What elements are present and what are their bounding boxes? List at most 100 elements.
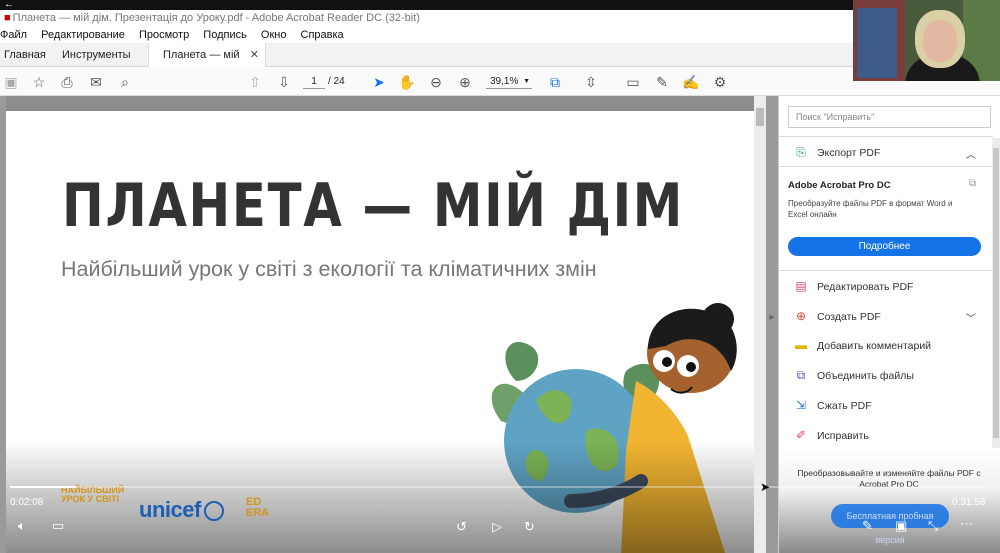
window-title: Планета — мій дім. Презентація до Уроку.…	[12, 12, 420, 24]
chevron-up-icon[interactable]: ︿	[966, 146, 976, 161]
slide-title: ПЛАНЕТА — МІЙ ДІМ	[62, 171, 685, 241]
exit-fullscreen-icon[interactable]: ⤡	[928, 518, 938, 534]
panel-scrollbar[interactable]	[992, 138, 1000, 448]
lesson-logo: НАЙБІЛЬШИЙ УРОК У СВІТІ	[61, 485, 125, 504]
chevron-down-icon: ▼	[523, 78, 530, 85]
menu-view[interactable]: Просмотр	[139, 29, 189, 41]
zoom-select[interactable]: 39,1% ▼	[486, 74, 532, 89]
share-icon[interactable]: ⚙	[711, 73, 729, 91]
unicef-emblem-icon	[204, 501, 224, 521]
divider	[779, 166, 993, 167]
toolbar: ▣ ☆ ⎙ ✉ ⌕ ⇧ ⇩ 1 / 24 ➤ ✋ ⊖ ⊕ 39,1% ▼ ⧉ ⇳…	[0, 67, 1000, 96]
sign-icon[interactable]: ✍	[682, 73, 700, 91]
promo-description: Преобразуйте файлы PDF в формат Word и E…	[788, 199, 953, 219]
edit-pdf-icon: ▤	[795, 279, 807, 293]
zoom-in-icon[interactable]: ⊕	[456, 73, 474, 91]
mouse-cursor-icon: ➤	[760, 480, 771, 494]
more-options-icon[interactable]: ⋯	[960, 516, 973, 532]
window-titlebar: ■ Планета — мій дім. Презентація до Уроку…	[0, 10, 1000, 27]
tool-label: Исправить	[817, 430, 869, 442]
menu-sign[interactable]: Подпись	[203, 29, 247, 41]
combine-icon: ⧉	[796, 368, 806, 382]
close-icon[interactable]: ✕	[250, 43, 259, 67]
screen: ← ■ Планета — мій дім. Презентація до Уро…	[0, 0, 1000, 553]
menu-window[interactable]: Окно	[261, 29, 287, 41]
document-area: ПЛАНЕТА — МІЙ ДІМ Найбільший урок у світ…	[0, 96, 778, 553]
forward-30-icon[interactable]: ↻	[524, 519, 535, 535]
menu-edit[interactable]: Редактирование	[41, 29, 125, 41]
unicef-logo: unicef	[139, 497, 201, 522]
tab-document[interactable]: Планета — мій дім... ✕	[148, 43, 266, 85]
tool-combine-files[interactable]: ⧉ Объединить файлы	[793, 365, 914, 385]
tool-label: Добавить комментарий	[817, 340, 932, 352]
comment-icon[interactable]: ▭	[624, 73, 642, 91]
scroll-mode-icon[interactable]: ⇳	[582, 73, 600, 91]
export-pdf-icon: ⎘	[796, 145, 806, 159]
panel-toggle-icon[interactable]: ▸	[766, 312, 778, 323]
compress-icon: ⇲	[795, 398, 807, 412]
hand-icon[interactable]: ✋	[398, 73, 416, 91]
page-number-input[interactable]: 1	[303, 74, 325, 89]
divider	[779, 270, 993, 271]
tool-label: Сжать PDF	[817, 400, 872, 412]
play-icon[interactable]: ▷	[492, 519, 502, 535]
export-pdf-label: Экспорт PDF	[817, 147, 881, 159]
scrollbar-thumb[interactable]	[756, 108, 764, 126]
back-arrow-icon[interactable]: ←	[4, 0, 14, 10]
fit-page-icon[interactable]: ⧉	[546, 73, 564, 91]
highlight-icon[interactable]: ✎	[653, 73, 671, 91]
save-icon[interactable]: ▣	[2, 73, 20, 91]
zoom-value: 39,1%	[490, 76, 519, 87]
tool-label: Создать PDF	[817, 311, 881, 323]
slide-subtitle: Найбільший урок у світі з екології та кл…	[61, 257, 597, 281]
miniplayer-icon[interactable]: ▣	[895, 518, 907, 534]
captions-icon[interactable]: ▭	[52, 518, 64, 534]
export-pdf-item[interactable]: ⎘ Экспорт PDF	[793, 142, 880, 162]
acrobat-icon: ■	[4, 12, 11, 24]
tool-add-comment[interactable]: ▬ Добавить комментарий	[793, 335, 931, 355]
learn-more-button[interactable]: Подробнее	[788, 237, 981, 256]
tab-bar: Главная Инструменты Планета — мій дім...…	[0, 43, 1000, 85]
tab-tools[interactable]: Инструменты	[62, 43, 131, 67]
tool-label: Редактировать PDF	[817, 281, 914, 293]
menu-bar: Файл Редактирование Просмотр Подпись Окн…	[0, 27, 1000, 43]
page-up-icon[interactable]: ⇧	[246, 73, 264, 91]
video-elapsed: 0:02:08	[10, 497, 44, 508]
menu-help[interactable]: Справка	[301, 29, 344, 41]
promo-title: Adobe Acrobat Pro DC	[788, 180, 891, 191]
page-down-icon[interactable]: ⇩	[275, 73, 293, 91]
page-total: / 24	[328, 76, 345, 87]
video-top-bar: ←	[0, 0, 1000, 10]
tools-panel: Поиск "Исправить" ⎘ Экспорт PDF ︿ Adobe A…	[778, 96, 1000, 553]
tool-create-pdf[interactable]: ⊕ Создать PDF	[793, 306, 881, 326]
select-cursor-icon[interactable]: ➤	[370, 73, 388, 91]
chevron-down-icon[interactable]: ﹀	[966, 310, 976, 325]
create-pdf-icon: ⊕	[795, 309, 807, 323]
video-progress-bar[interactable]	[10, 486, 986, 488]
panel-scrollbar-thumb[interactable]	[993, 148, 999, 438]
copy-icon: ⧉	[969, 178, 977, 189]
tool-compress-pdf[interactable]: ⇲ Сжать PDF	[793, 395, 872, 415]
comment-icon: ▬	[795, 338, 807, 352]
volume-icon[interactable]: 🔈︎	[18, 518, 26, 534]
zoom-out-icon[interactable]: ⊖	[427, 73, 445, 91]
tool-label: Объединить файлы	[817, 370, 914, 382]
pen-icon[interactable]: ✎	[862, 518, 873, 534]
page-top-band	[6, 96, 754, 111]
print-icon[interactable]: ⎙	[58, 73, 76, 91]
divider	[779, 136, 993, 137]
tab-home[interactable]: Главная	[4, 43, 46, 67]
tool-edit-pdf[interactable]: ▤ Редактировать PDF	[793, 276, 913, 296]
edera-logo: ED ERA	[246, 496, 270, 519]
search-icon[interactable]: ⌕	[116, 73, 134, 91]
tools-search-input[interactable]: Поиск "Исправить"	[788, 106, 991, 128]
menu-file[interactable]: Файл	[0, 29, 27, 41]
tool-fix[interactable]: ✐ Исправить	[793, 425, 869, 445]
video-progress-fill	[10, 486, 77, 488]
rewind-10-icon[interactable]: ↺	[456, 519, 467, 535]
mail-icon[interactable]: ✉	[87, 73, 105, 91]
video-duration: 0:31:58	[952, 497, 986, 508]
star-icon[interactable]: ☆	[30, 73, 48, 91]
fix-icon: ✐	[795, 428, 807, 442]
webcam-feed	[853, 0, 1000, 81]
